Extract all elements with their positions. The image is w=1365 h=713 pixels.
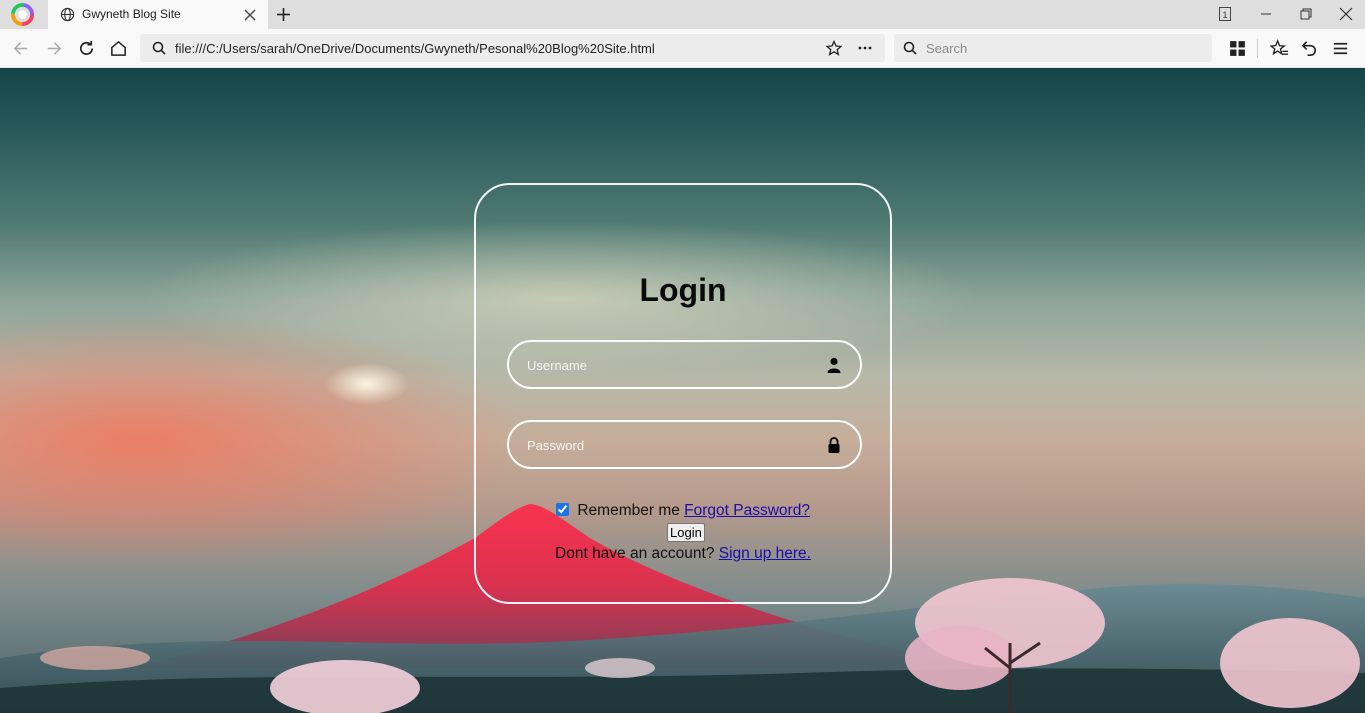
apps-icon[interactable] <box>1228 39 1247 58</box>
plus-icon[interactable] <box>276 7 291 22</box>
remember-row: Remember me Forgot Password? <box>476 502 890 520</box>
undo-icon[interactable] <box>1300 39 1319 58</box>
forgot-password-link[interactable]: Forgot Password? <box>684 502 810 519</box>
search-bar[interactable]: Search <box>894 34 1212 62</box>
active-tab[interactable]: Gwyneth Blog Site <box>48 0 268 29</box>
tab-bar: Gwyneth Blog Site 1 <box>0 0 1365 29</box>
home-icon[interactable] <box>109 39 128 58</box>
address-bar[interactable]: file:///C:/Users/sarah/OneDrive/Document… <box>140 34 885 62</box>
url-text[interactable]: file:///C:/Users/sarah/OneDrive/Document… <box>175 41 655 56</box>
password-field[interactable] <box>507 420 862 469</box>
favorites-icon[interactable] <box>1269 39 1289 58</box>
user-icon <box>825 356 843 374</box>
signup-prompt: Dont have an account? <box>555 545 715 562</box>
page-background: Login Remember me Forgot Password? Login… <box>0 68 1365 713</box>
more-icon[interactable] <box>857 40 873 56</box>
remember-label: Remember me <box>577 502 680 519</box>
close-icon[interactable] <box>244 8 256 21</box>
globe-icon <box>60 7 75 22</box>
window-close-icon[interactable] <box>1337 5 1355 23</box>
search-icon <box>152 41 166 55</box>
menu-icon[interactable] <box>1331 39 1350 58</box>
navigation-bar: file:///C:/Users/sarah/OneDrive/Document… <box>0 29 1365 68</box>
password-input[interactable] <box>527 435 807 455</box>
login-button[interactable]: Login <box>667 523 705 542</box>
search-icon <box>903 41 917 55</box>
lock-icon <box>825 436 843 454</box>
signup-row: Dont have an account? Sign up here. <box>476 545 890 563</box>
tab-count-text: 1 <box>1222 10 1227 20</box>
forward-icon[interactable] <box>44 39 63 58</box>
star-icon[interactable] <box>825 39 843 56</box>
remember-checkbox[interactable] <box>556 503 570 516</box>
tab-count-icon[interactable]: 1 <box>1216 5 1234 23</box>
reload-icon[interactable] <box>77 39 96 58</box>
restore-icon[interactable] <box>1297 5 1315 23</box>
tab-title: Gwyneth Blog Site <box>82 7 181 21</box>
browser-logo-icon[interactable] <box>11 3 34 26</box>
minimize-icon[interactable] <box>1257 5 1275 23</box>
login-card: Login Remember me Forgot Password? Login… <box>474 183 892 604</box>
back-icon[interactable] <box>12 39 31 58</box>
signup-link[interactable]: Sign up here. <box>719 545 811 562</box>
username-input[interactable] <box>527 355 807 375</box>
login-title: Login <box>639 272 727 308</box>
username-field[interactable] <box>507 340 862 389</box>
search-placeholder[interactable]: Search <box>926 41 967 56</box>
toolbar-separator <box>1257 39 1258 58</box>
